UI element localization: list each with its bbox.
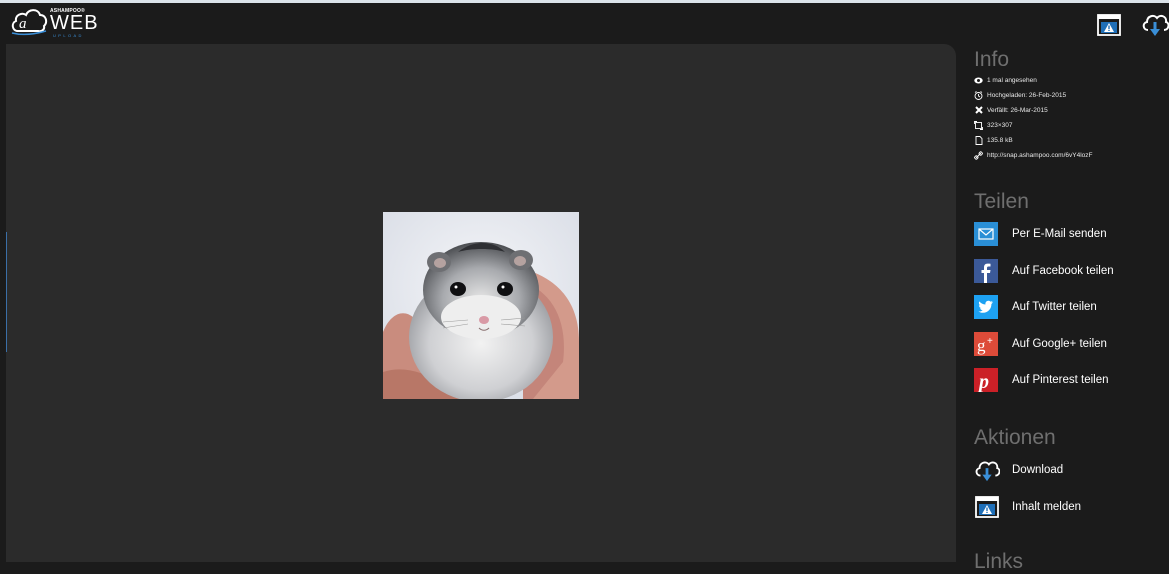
actions-heading: Aktionen [974, 426, 1056, 449]
logo-brand-name: WEB [50, 12, 99, 34]
cloud-download-icon [974, 457, 1000, 483]
report-content-button[interactable] [1097, 14, 1121, 36]
dimensions-icon [974, 120, 983, 130]
cloud-logo-icon: a [11, 9, 48, 36]
info-link[interactable]: http://snap.ashampoo.com/6vY4lozF [974, 149, 1093, 161]
pinterest-icon: p [974, 368, 998, 392]
google-plus-icon: g + [974, 332, 998, 356]
upload-clock-icon [974, 90, 983, 100]
file-icon [974, 135, 983, 145]
sidebar: Info 1 mal angesehen Hochgeladen: 26-Feb… [974, 44, 1169, 573]
download-button-top[interactable] [1141, 10, 1169, 38]
svg-text:g: g [977, 336, 986, 355]
logo-tagline: UPLOAD [53, 33, 84, 38]
share-pinterest-button[interactable]: p Auf Pinterest teilen [974, 368, 1109, 392]
share-googleplus-button[interactable]: g + Auf Google+ teilen [974, 332, 1107, 356]
close-icon [974, 106, 983, 115]
link-icon [974, 150, 983, 160]
info-heading: Info [974, 48, 1010, 71]
info-filesize: 135.8 kB [974, 134, 1013, 146]
share-twitter-button[interactable]: Auf Twitter teilen [974, 295, 1097, 319]
download-action[interactable]: Download [974, 457, 1063, 483]
cloud-download-icon [1142, 14, 1169, 36]
share-email-button[interactable]: Per E-Mail senden [974, 222, 1107, 246]
info-dimensions: 323×307 [974, 119, 1013, 131]
report-content-action[interactable]: Inhalt melden [974, 494, 1081, 520]
svg-text:a: a [19, 16, 27, 32]
twitter-icon [974, 295, 998, 319]
top-bar [0, 3, 1169, 44]
ashampoo-logo[interactable]: a ASHAMPOO® WEB UPLOAD [10, 6, 110, 40]
share-heading: Teilen [974, 190, 1029, 213]
info-uploaded: Hochgeladen: 26-Feb-2015 [974, 89, 1066, 101]
warning-icon [974, 494, 1000, 520]
uploaded-image-hamster[interactable] [383, 212, 579, 399]
email-icon [974, 222, 998, 246]
facebook-icon [974, 259, 998, 283]
links-heading: Links [974, 550, 1024, 573]
info-expires: Verfällt: 26-Mar-2015 [974, 104, 1048, 116]
info-views: 1 mal angesehen [974, 74, 1037, 86]
warning-icon [1097, 14, 1121, 36]
viewer-edge-accent [6, 232, 7, 352]
svg-text:p: p [977, 371, 989, 392]
share-facebook-button[interactable]: Auf Facebook teilen [974, 259, 1114, 283]
svg-text:+: + [987, 336, 993, 347]
eye-icon [974, 76, 983, 85]
